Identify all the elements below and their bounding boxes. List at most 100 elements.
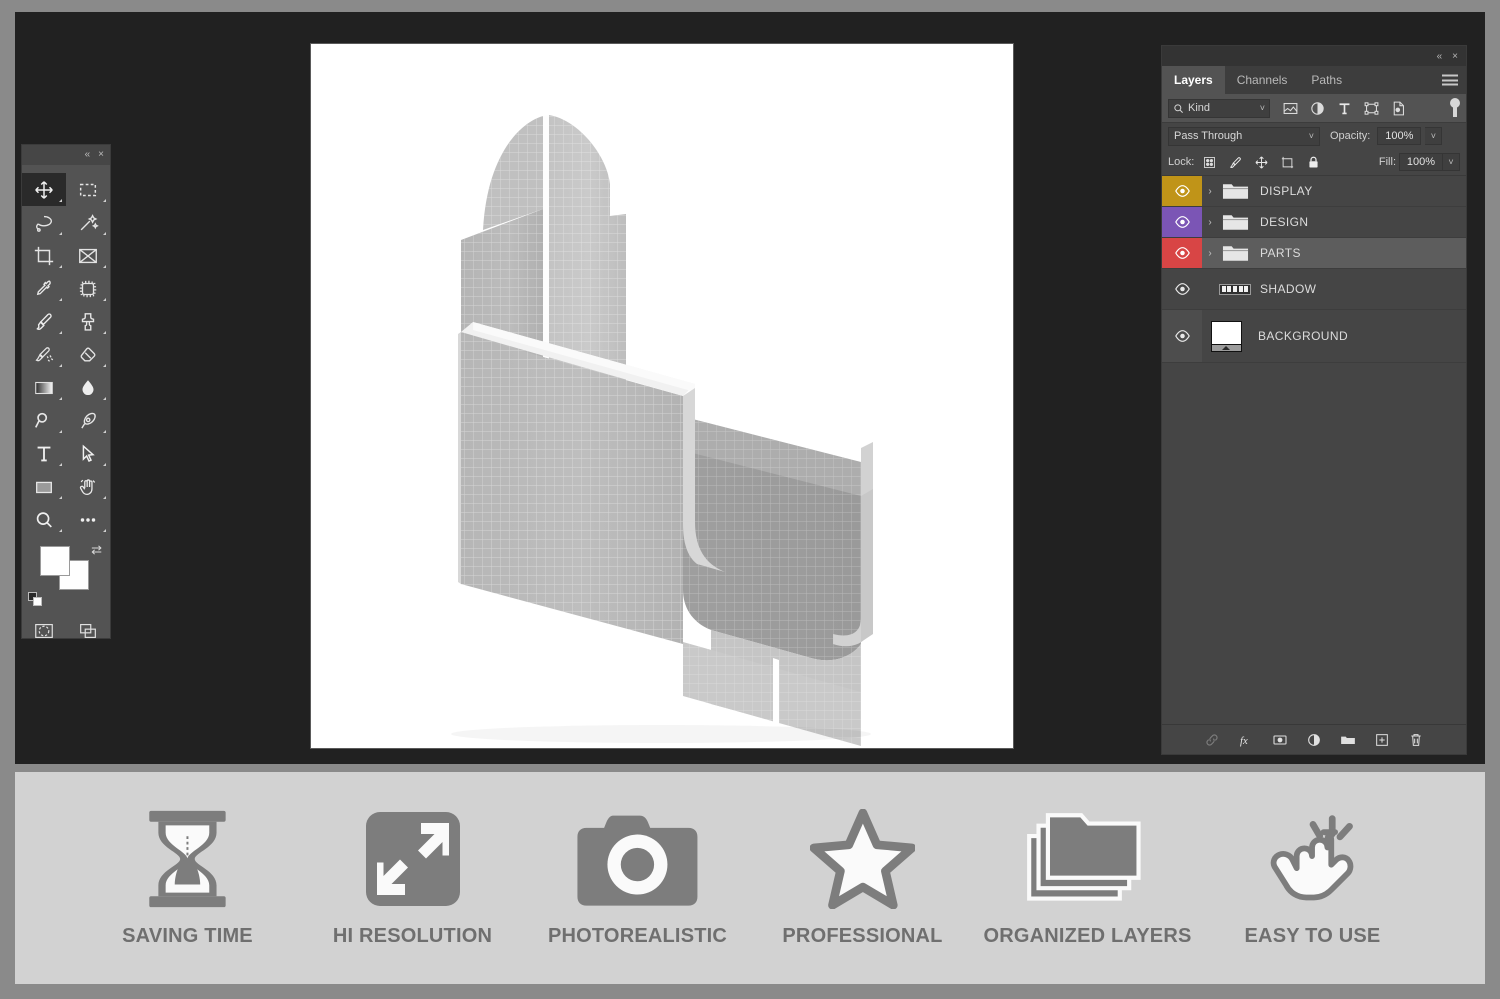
filter-enable-toggle[interactable] [1450,98,1460,118]
layer-row-shadow[interactable]: SHADOW [1162,269,1466,310]
blend-mode-row: Pass Through ˅ Opacity: 100% ˅ [1162,123,1466,149]
eye-icon [1174,216,1190,228]
feature-label: ORGANIZED LAYERS [983,924,1192,947]
crop-tool[interactable] [22,239,66,272]
add-layer-style-icon[interactable]: fx [1238,732,1254,748]
delete-layer-icon[interactable] [1408,732,1424,748]
opacity-chevron-icon[interactable]: ˅ [1425,127,1443,145]
lock-row: Lock: Fill: 100% ˅ [1162,149,1466,176]
hand-tool[interactable] [66,470,110,503]
panel-menu-icon[interactable] [1442,74,1458,86]
tools-close-icon[interactable]: × [98,150,104,160]
horizontal-type-tool[interactable] [22,437,66,470]
swap-colors-icon[interactable]: ⇄ [91,542,102,558]
lock-label: Lock: [1168,156,1195,168]
layer-visibility-toggle[interactable] [1162,310,1202,362]
lock-transparent-pixels-icon[interactable] [1202,155,1217,170]
shadow-layer-thumbnail [1219,283,1251,295]
eye-icon [1174,185,1190,197]
brush-tool[interactable] [22,305,66,338]
color-swatches: ⇄ [22,540,110,610]
lasso-tool[interactable] [22,206,66,239]
star-icon [809,808,916,909]
layer-row-design[interactable]: › DESIGN [1162,207,1466,238]
layer-row-background[interactable]: BACKGROUND [1162,310,1466,363]
eraser-tool[interactable] [66,338,110,371]
group-expand-arrow-icon[interactable]: › [1202,217,1218,228]
camera-icon [573,809,702,909]
hourglass-icon [142,809,233,909]
layer-visibility-toggle[interactable] [1162,176,1202,206]
eye-icon [1174,330,1190,342]
layer-visibility-toggle[interactable] [1162,207,1202,237]
resize-arrows-icon [363,809,463,909]
feature-easy-to-use: EASY TO USE [1208,809,1418,948]
rectangular-marquee-tool[interactable] [66,173,110,206]
folder-icon [1222,215,1248,230]
foreground-color-swatch[interactable] [40,546,70,576]
history-brush-tool[interactable] [22,338,66,371]
type-layer-filter-icon[interactable] [1336,100,1353,117]
folder-icon [1222,184,1248,199]
fill-chevron-icon[interactable]: ˅ [1443,153,1460,171]
lock-image-pixels-icon[interactable] [1228,155,1243,170]
gradient-tool[interactable] [22,371,66,404]
document-canvas[interactable] [311,44,1013,748]
dodge-tool[interactable] [22,404,66,437]
background-layer-thumbnail [1210,320,1242,352]
layer-name: DESIGN [1260,215,1309,229]
screen-mode-icon[interactable] [66,614,110,647]
rectangle-tool[interactable] [22,470,66,503]
layers-panel: « × Layers Channels Paths Kind ˅ Pass Th… [1161,45,1467,755]
add-layer-mask-icon[interactable] [1272,732,1288,748]
link-layers-icon[interactable] [1204,732,1220,748]
pixel-layer-filter-icon[interactable] [1282,100,1299,117]
smart-object-filter-icon[interactable] [1390,100,1407,117]
default-colors-icon[interactable] [28,592,42,606]
layers-panel-titlebar: « × [1162,46,1466,66]
feature-photorealistic: PHOTOREALISTIC [533,809,743,948]
tab-channels[interactable]: Channels [1225,66,1300,94]
edit-toolbar-tool[interactable] [66,503,110,536]
eye-icon [1174,283,1190,295]
feature-professional: PROFESSIONAL [758,808,968,948]
lock-position-icon[interactable] [1254,155,1269,170]
new-layer-icon[interactable] [1374,732,1390,748]
pen-tool[interactable] [66,404,110,437]
tab-paths[interactable]: Paths [1299,66,1354,94]
layers-close-icon[interactable]: × [1452,51,1458,62]
layer-row-parts[interactable]: › PARTS [1162,238,1466,269]
magic-wand-tool[interactable] [66,206,110,239]
eyedropper-tool[interactable] [22,272,66,305]
shape-layer-filter-icon[interactable] [1363,100,1380,117]
filter-kind-select[interactable]: Kind ˅ [1168,98,1270,118]
fill-input[interactable]: 100% [1399,153,1443,171]
move-tool[interactable] [22,173,66,206]
lock-all-icon[interactable] [1306,155,1321,170]
frame-tool[interactable] [66,239,110,272]
layer-thumbnail [1202,320,1250,352]
lock-artboard-nesting-icon[interactable] [1280,155,1295,170]
clone-stamp-tool[interactable] [66,305,110,338]
opacity-input[interactable]: 100% [1377,127,1422,145]
path-selection-tool[interactable] [66,437,110,470]
blend-mode-select[interactable]: Pass Through ˅ [1168,126,1320,146]
spot-healing-brush-tool[interactable] [66,272,110,305]
tools-panel-grip[interactable] [22,165,110,173]
new-group-icon[interactable] [1340,732,1356,748]
layer-visibility-toggle[interactable] [1162,269,1202,309]
zoom-tool[interactable] [22,503,66,536]
new-adjustment-layer-icon[interactable] [1306,732,1322,748]
adjustment-layer-filter-icon[interactable] [1309,100,1326,117]
blur-tool[interactable] [66,371,110,404]
tools-collapse-icon[interactable]: « [85,150,91,160]
layers-collapse-icon[interactable]: « [1437,51,1443,62]
fill-label: Fill: [1378,156,1396,168]
feature-bar: SAVING TIME HI RESOLUTION PHOTOREALISTIC… [15,772,1485,984]
quick-mask-mode-icon[interactable] [22,614,66,647]
layer-visibility-toggle[interactable] [1162,238,1202,268]
tab-layers[interactable]: Layers [1162,66,1225,94]
group-expand-arrow-icon[interactable]: › [1202,248,1218,259]
group-expand-arrow-icon[interactable]: › [1202,186,1218,197]
layer-row-display[interactable]: › DISPLAY [1162,176,1466,207]
